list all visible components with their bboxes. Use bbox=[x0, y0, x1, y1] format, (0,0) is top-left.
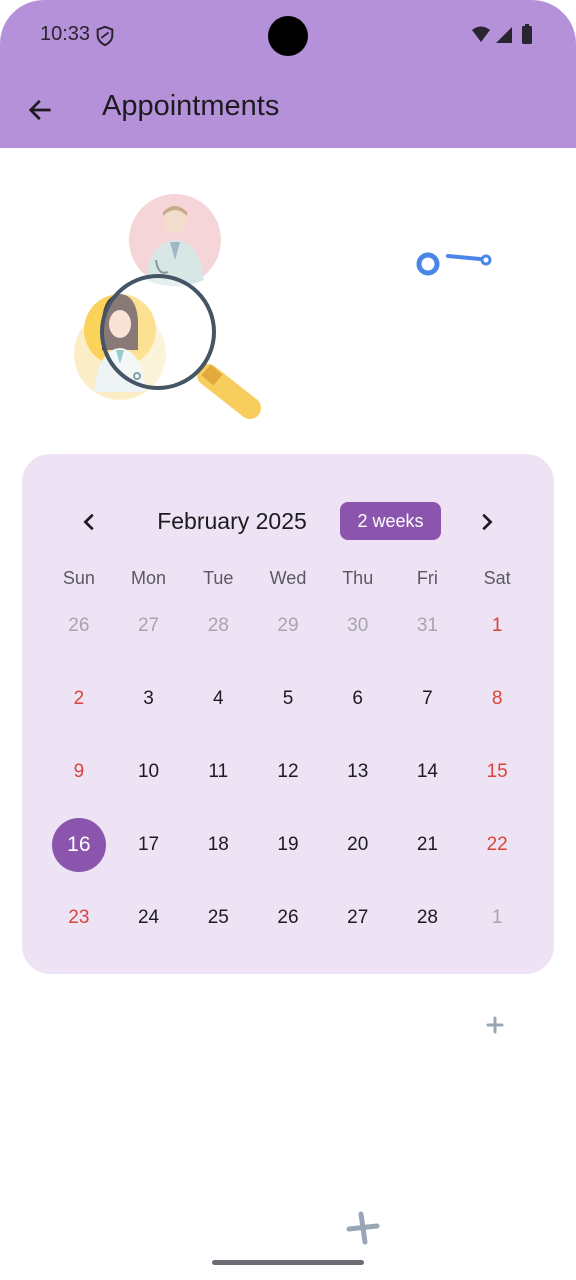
calendar-day[interactable]: 26 bbox=[253, 881, 323, 954]
calendar-day[interactable]: 20 bbox=[323, 808, 393, 881]
calendar-day[interactable]: 25 bbox=[183, 881, 253, 954]
signal-icon bbox=[496, 27, 512, 43]
plus-decoration-icon bbox=[346, 1211, 380, 1245]
calendar-day-weekend[interactable]: 2 bbox=[44, 662, 114, 735]
calendar-day-outside[interactable]: 26 bbox=[44, 589, 114, 662]
calendar-day-weekend[interactable]: 23 bbox=[44, 881, 114, 954]
calendar-format-button[interactable]: 2 weeks bbox=[340, 502, 441, 540]
calendar-day[interactable]: 3 bbox=[114, 662, 184, 735]
calendar-day-outside[interactable]: 31 bbox=[393, 589, 463, 662]
calendar-day-outside[interactable]: 28 bbox=[183, 589, 253, 662]
calendar-day-weekend[interactable]: 22 bbox=[462, 808, 532, 881]
calendar-day[interactable]: 17 bbox=[114, 808, 184, 881]
calendar-day[interactable]: 6 bbox=[323, 662, 393, 735]
calendar-day[interactable]: 24 bbox=[114, 881, 184, 954]
camera-cutout bbox=[268, 16, 308, 56]
wifi-icon bbox=[472, 26, 490, 42]
phone-screen: 10:33 Appointments February 2025 2 weeks… bbox=[0, 0, 576, 1280]
previous-month-button[interactable] bbox=[72, 504, 108, 540]
calendar-day-grid: 26 27 28 29 30 31 1 2 3 4 5 6 7 8 9 10 1… bbox=[44, 589, 532, 954]
next-month-button[interactable] bbox=[468, 504, 504, 540]
arrow-left-icon bbox=[28, 99, 51, 121]
calendar-day-weekend[interactable]: 8 bbox=[462, 662, 532, 735]
calendar-day-outside[interactable]: 30 bbox=[323, 589, 393, 662]
calendar-day[interactable]: 10 bbox=[114, 735, 184, 808]
decorative-shapes bbox=[416, 252, 492, 276]
doctor-search-illustration bbox=[74, 194, 492, 419]
back-button[interactable] bbox=[20, 88, 60, 132]
selected-day-number: 16 bbox=[67, 832, 91, 856]
calendar-day[interactable]: 21 bbox=[393, 808, 463, 881]
page-title: Appointments bbox=[102, 90, 280, 122]
male-doctor-avatar bbox=[129, 194, 221, 286]
battery-icon bbox=[522, 26, 532, 44]
calendar-day[interactable]: 7 bbox=[393, 662, 463, 735]
calendar-day-weekend[interactable]: 15 bbox=[462, 735, 532, 808]
calendar-day[interactable]: 27 bbox=[323, 881, 393, 954]
calendar-day-outside[interactable]: 29 bbox=[253, 589, 323, 662]
calendar-day-outside[interactable]: 1 bbox=[462, 881, 532, 954]
calendar-day-weekend[interactable]: 9 bbox=[44, 735, 114, 808]
calendar-day[interactable]: 12 bbox=[253, 735, 323, 808]
calendar-day[interactable]: 4 bbox=[183, 662, 253, 735]
calendar-day[interactable]: 13 bbox=[323, 735, 393, 808]
chevron-right-icon bbox=[482, 513, 493, 531]
calendar-day-selected[interactable]: 16 bbox=[44, 808, 114, 881]
shield-icon bbox=[96, 25, 114, 47]
calendar-card: February 2025 2 weeks Sun Mon Tue Wed Th… bbox=[22, 454, 554, 974]
calendar-day-outside[interactable]: 27 bbox=[114, 589, 184, 662]
month-label: February 2025 bbox=[157, 508, 307, 534]
calendar-day[interactable]: 11 bbox=[183, 735, 253, 808]
status-bar: 10:33 bbox=[0, 0, 576, 70]
system-status-icons bbox=[472, 24, 532, 44]
calendar-day[interactable]: 28 bbox=[393, 881, 463, 954]
status-time: 10:33 bbox=[40, 23, 91, 45]
home-indicator[interactable] bbox=[212, 1260, 364, 1265]
calendar-day-weekend[interactable]: 1 bbox=[462, 589, 532, 662]
calendar-day[interactable]: 5 bbox=[253, 662, 323, 735]
plus-decoration-icon bbox=[486, 1016, 504, 1034]
calendar-day[interactable]: 19 bbox=[253, 808, 323, 881]
calendar-day[interactable]: 14 bbox=[393, 735, 463, 808]
chevron-left-icon bbox=[83, 513, 94, 531]
calendar-day[interactable]: 18 bbox=[183, 808, 253, 881]
app-bar: 10:33 Appointments bbox=[0, 0, 576, 148]
